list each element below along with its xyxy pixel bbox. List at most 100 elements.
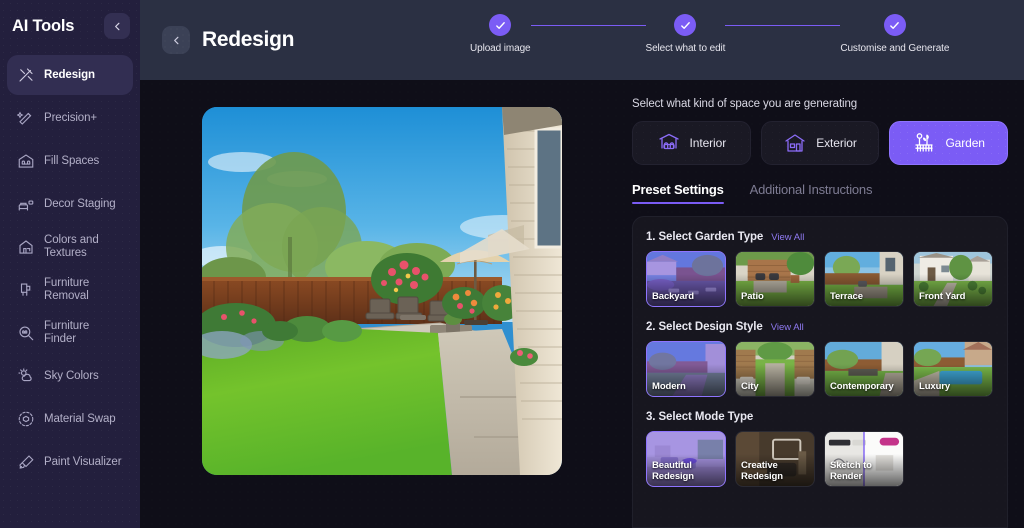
step-select-what-to-edit[interactable]: Select what to edit [645, 14, 726, 54]
sidebar-item-precision-plus[interactable]: Precision+ [7, 98, 133, 138]
sidebar-title: AI Tools [12, 16, 75, 35]
space-type-label: Exterior [816, 136, 857, 150]
sidebar-nav: Redesign Precision+ Fill Spaces Decor St… [0, 55, 140, 482]
sidebar-item-label: Decor Staging [44, 197, 116, 210]
group-header: 1. Select Garden Type View All [646, 231, 994, 243]
sidebar: AI Tools Redesign Precision+ Fill Spaces… [0, 0, 140, 528]
option-label: Creative Redesign [741, 460, 783, 482]
step-label: Select what to edit [645, 43, 726, 54]
circular-swap-icon [16, 410, 35, 429]
preset-group-garden-type: 1. Select Garden Type View All Backyard … [646, 231, 994, 307]
workspace: Select what kind of space you are genera… [140, 80, 1024, 528]
step-connector [530, 24, 646, 26]
sidebar-item-redesign[interactable]: Redesign [7, 55, 133, 95]
progress-stepper: Upload image Select what to edit Customi… [470, 14, 949, 54]
preset-group-design-style: 2. Select Design Style View All Modern C… [646, 321, 994, 397]
sidebar-header: AI Tools [0, 0, 140, 52]
garden-flowers-icon [912, 131, 936, 155]
sidebar-item-decor-staging[interactable]: Decor Staging [7, 184, 133, 224]
sidebar-item-material-swap[interactable]: Material Swap [7, 399, 133, 439]
chevron-left-icon [173, 36, 178, 44]
sidebar-item-label: Redesign [44, 68, 95, 81]
back-button[interactable] [162, 26, 190, 54]
option-luxury[interactable]: Luxury [913, 341, 993, 397]
option-sketch-to-render[interactable]: Sketch to Render [824, 431, 904, 487]
option-creative-redesign[interactable]: Creative Redesign [735, 431, 815, 487]
group-header: 2. Select Design Style View All [646, 321, 994, 333]
option-city[interactable]: City [735, 341, 815, 397]
check-icon [495, 21, 505, 29]
step-upload-image[interactable]: Upload image [470, 14, 531, 54]
step-label: Upload image [470, 43, 531, 54]
option-front-yard[interactable]: Front Yard [913, 251, 993, 307]
sidebar-item-label: Paint Visualizer [44, 455, 122, 468]
sidebar-item-furniture-removal[interactable]: Furniture Removal [7, 270, 133, 310]
option-contemporary[interactable]: Contemporary [824, 341, 904, 397]
sidebar-item-paint-visualizer[interactable]: Paint Visualizer [7, 442, 133, 482]
option-beautiful-redesign[interactable]: Beautiful Redesign [646, 431, 726, 487]
magic-wand-cross-icon [16, 66, 35, 85]
preview-pane [140, 80, 624, 528]
sidebar-collapse-button[interactable] [104, 13, 130, 39]
furniture-staging-icon [16, 195, 35, 214]
photo-graphic [202, 107, 562, 475]
step-dot[interactable] [489, 14, 512, 36]
sidebar-item-label: Colors and Textures [44, 234, 99, 259]
main-content: Redesign Upload image Select what to edi… [140, 0, 1024, 528]
sidebar-item-label: Sky Colors [44, 369, 99, 382]
option-label: Terrace [830, 290, 863, 302]
group-title: 1. Select Garden Type [646, 231, 764, 243]
paint-roller-icon [16, 453, 35, 472]
space-type-garden-button[interactable]: Garden [889, 121, 1009, 165]
app-window: AI Tools Redesign Precision+ Fill Spaces… [0, 0, 1024, 528]
page-title: Redesign [202, 28, 295, 51]
sparkle-pencil-icon [16, 109, 35, 128]
step-dot[interactable] [674, 14, 697, 36]
option-patio[interactable]: Patio [735, 251, 815, 307]
sidebar-item-label: Precision+ [44, 111, 98, 124]
sidebar-item-sky-colors[interactable]: Sky Colors [7, 356, 133, 396]
settings-tabs: Preset Settings Additional Instructions [632, 182, 1008, 204]
space-type-label: Interior [689, 136, 727, 150]
space-type-exterior-button[interactable]: Exterior [760, 121, 880, 165]
magnifier-sofa-icon [16, 324, 35, 343]
space-type-heading: Select what kind of space you are genera… [632, 98, 858, 110]
option-label: Beautiful Redesign [652, 460, 694, 482]
top-bar: Redesign Upload image Select what to edi… [140, 0, 1024, 80]
step-label: Customise and Generate [840, 43, 950, 54]
step-dot[interactable] [883, 14, 906, 36]
group-title: 3. Select Mode Type [646, 411, 754, 423]
option-label: Luxury [919, 380, 951, 392]
option-backyard[interactable]: Backyard [646, 251, 726, 307]
option-terrace[interactable]: Terrace [824, 251, 904, 307]
uploaded-backyard-photo[interactable] [202, 107, 562, 475]
tab-additional-instructions[interactable]: Additional Instructions [750, 182, 873, 204]
house-sofa-icon [16, 152, 35, 171]
thumb-row: Modern City Contemporary Luxury [646, 341, 994, 397]
house-swatch-icon [16, 238, 35, 257]
space-type-label: Garden [945, 136, 985, 150]
exterior-house-icon [783, 131, 807, 155]
option-label: Patio [741, 290, 764, 302]
sidebar-item-colors-and-textures[interactable]: Colors and Textures [7, 227, 133, 267]
check-icon [681, 21, 690, 29]
sidebar-item-label: Fill Spaces [44, 154, 100, 167]
interior-sofa-icon [657, 131, 681, 155]
sidebar-item-furniture-finder[interactable]: Furniture Finder [7, 313, 133, 353]
sidebar-item-fill-spaces[interactable]: Fill Spaces [7, 141, 133, 181]
chair-remove-icon [16, 281, 35, 300]
tab-preset-settings[interactable]: Preset Settings [632, 182, 724, 204]
chevron-left-icon [114, 22, 119, 30]
preset-group-mode-type: 3. Select Mode Type Beautiful Redesign C… [646, 411, 994, 487]
step-customise-and-generate[interactable]: Customise and Generate [840, 14, 949, 54]
view-all-link[interactable]: View All [771, 232, 804, 243]
thumb-row: Beautiful Redesign Creative Redesign Ske… [646, 431, 994, 487]
option-modern[interactable]: Modern [646, 341, 726, 397]
option-label: City [741, 380, 759, 392]
settings-pane: Select what kind of space you are genera… [624, 80, 1024, 528]
option-label: Front Yard [919, 290, 966, 302]
preset-settings-panel: 1. Select Garden Type View All Backyard … [632, 216, 1008, 528]
space-type-interior-button[interactable]: Interior [632, 121, 751, 165]
view-all-link[interactable]: View All [771, 322, 804, 333]
group-title: 2. Select Design Style [646, 321, 763, 333]
